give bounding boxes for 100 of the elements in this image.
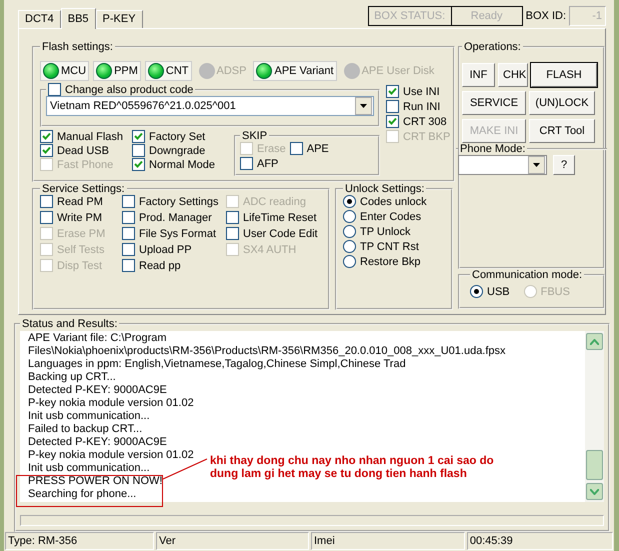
checkbox[interactable] xyxy=(40,144,53,157)
checkbox[interactable] xyxy=(40,211,53,224)
log-line: Searching for phone... xyxy=(28,488,136,501)
checkbox-label: SX4 AUTH xyxy=(243,244,296,256)
check-icon xyxy=(388,87,397,96)
log-line: PRESS POWER ON NOW! xyxy=(28,475,162,488)
checkbox[interactable] xyxy=(132,158,145,171)
log-line: Detected P-KEY: 9000AC9E xyxy=(28,384,167,397)
checkbox-label: Fast Phone xyxy=(57,158,114,170)
checkbox[interactable] xyxy=(226,211,239,224)
log-line: Detected P-KEY: 9000AC9E xyxy=(28,436,167,449)
checkbox-label: Dead USB xyxy=(57,144,109,156)
checkbox-label: Run INI xyxy=(403,100,440,112)
checkbox-label: Manual Flash xyxy=(57,130,124,142)
checkbox[interactable] xyxy=(122,243,135,256)
scrollbar[interactable] xyxy=(585,331,604,502)
dropdown-value: Vietnam RED^0559676^21.0.025^001 xyxy=(50,100,236,112)
checkbox-label: Self Tests xyxy=(57,244,104,256)
checkbox[interactable] xyxy=(226,227,239,240)
group-title: Phone Mode: xyxy=(459,143,526,155)
checkbox-label: Write PM xyxy=(57,212,102,224)
radio-button[interactable] xyxy=(343,225,356,238)
group-title: Status and Results: xyxy=(21,318,118,330)
tab[interactable]: DCT4 xyxy=(18,10,61,28)
radio-label: TP Unlock xyxy=(360,226,411,238)
indicator-label: ADSP xyxy=(216,65,246,77)
caret-icon xyxy=(533,163,540,167)
box-status-label: BOX STATUS: xyxy=(373,9,446,24)
radio-label: FBUS xyxy=(540,286,570,298)
phone-mode-dropdown[interactable] xyxy=(458,155,547,175)
radio-button[interactable] xyxy=(343,195,356,208)
checkbox[interactable] xyxy=(386,115,399,128)
check-icon xyxy=(134,132,143,141)
checkbox[interactable] xyxy=(240,157,253,170)
log-line: P-key nokia module version 01.02 xyxy=(28,449,194,462)
check-icon xyxy=(134,160,143,169)
radio-label: Restore Bkp xyxy=(360,256,421,268)
caret-icon xyxy=(360,104,367,108)
radio-button[interactable] xyxy=(470,285,483,298)
indicator-label: APE Variant xyxy=(274,65,334,77)
status-bar-pane: Imei xyxy=(310,532,465,550)
box-status-value: Ready xyxy=(450,7,522,25)
checkbox-label: CRT 308 xyxy=(403,116,447,128)
group-title: Service Settings: xyxy=(41,183,126,195)
checkbox[interactable] xyxy=(122,227,135,240)
checkbox-label: Erase PM xyxy=(57,228,106,240)
checkbox-label: CRT BKP xyxy=(403,130,450,142)
checkbox-label: Factory Settings xyxy=(139,196,218,208)
operation-button[interactable]: CHK xyxy=(498,63,528,87)
checkbox[interactable] xyxy=(132,130,145,143)
checkbox-label: Disp Test xyxy=(57,260,102,272)
checkbox[interactable] xyxy=(290,142,303,155)
indicator-label: PPM xyxy=(114,65,138,77)
log-line: Languages in ppm: English,Vietnamese,Tagalog,Chinese Simpl,Chinese Trad xyxy=(28,358,406,371)
product-code-dropdown[interactable]: Vietnam RED^0559676^21.0.025^001 xyxy=(46,96,374,116)
indicator-label: MCU xyxy=(61,65,86,77)
group-title: SKIP xyxy=(241,130,268,142)
operation-button[interactable]: (UN)LOCK xyxy=(529,91,595,115)
checkbox-label: Downgrade xyxy=(149,144,206,156)
checkbox[interactable] xyxy=(386,85,399,98)
log-line: Init usb communication... xyxy=(28,410,150,423)
checkbox[interactable] xyxy=(122,211,135,224)
log-line: Files\Nokia\phoenix\products\RM-356\Products\RM-356\RM356_20.0.010_008_xxx_U01.uda.fpsx xyxy=(28,345,506,358)
checkbox-label: Prod. Manager xyxy=(139,212,212,224)
radio-label: USB xyxy=(487,286,510,298)
radio-label: Codes unlock xyxy=(360,196,427,208)
radio-button[interactable] xyxy=(343,255,356,268)
operation-button[interactable]: FLASH xyxy=(531,63,597,87)
group-title: Operations: xyxy=(463,41,522,53)
checkbox-label: File Sys Format xyxy=(139,228,216,240)
checkbox[interactable] xyxy=(132,144,145,157)
checkbox-label: APE xyxy=(306,142,329,154)
checkbox-label: Read pp xyxy=(139,260,181,272)
checkbox-label: Normal Mode xyxy=(149,158,216,170)
tab[interactable]: BB5 xyxy=(60,8,96,29)
checkbox[interactable] xyxy=(122,195,135,208)
box-id-label: BOX ID: xyxy=(526,10,566,22)
status-bar-pane: Type: RM-356 xyxy=(5,532,154,550)
checkbox-label: Use INI xyxy=(403,86,440,98)
operation-button[interactable]: SERVICE xyxy=(462,91,526,115)
group-title: Communication mode: xyxy=(471,269,584,281)
status-bar-pane: 00:45:39 xyxy=(466,532,614,550)
tab[interactable]: P-KEY xyxy=(96,10,143,28)
indicator-label: APE User Disk xyxy=(362,65,434,77)
check-icon xyxy=(388,117,397,126)
help-button[interactable]: ? xyxy=(553,155,575,175)
operation-button[interactable]: INF xyxy=(462,63,495,87)
scroll-thumb[interactable] xyxy=(586,450,603,480)
scroll-down-icon xyxy=(590,488,599,494)
radio-button[interactable] xyxy=(343,210,356,223)
checkbox[interactable] xyxy=(40,195,53,208)
checkbox-label: Upload PP xyxy=(139,244,192,256)
radio-button[interactable] xyxy=(343,240,356,253)
checkbox[interactable] xyxy=(40,130,53,143)
checkbox-label: Read PM xyxy=(57,196,103,208)
checkbox[interactable] xyxy=(386,100,399,113)
checkbox-label: Factory Set xyxy=(149,130,206,142)
checkbox[interactable] xyxy=(48,83,61,96)
operation-button[interactable]: CRT Tool xyxy=(529,119,595,143)
checkbox[interactable] xyxy=(122,259,135,272)
